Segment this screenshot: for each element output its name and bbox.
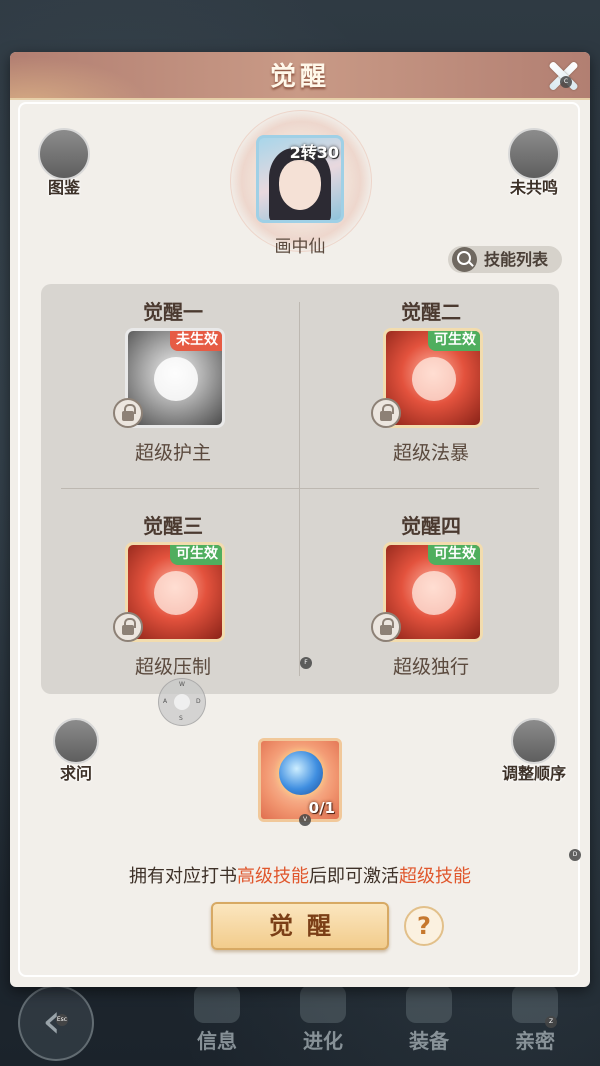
skill-art <box>412 357 456 401</box>
skill-name: 超级护主 <box>134 442 211 464</box>
skill-list-button[interactable]: 技能列表 <box>448 246 562 273</box>
joystick-right-label: D <box>196 698 201 705</box>
awakening-slot-1[interactable]: 觉醒一 未生效 超级护主 <box>63 284 283 484</box>
virtual-joystick[interactable]: W A S D <box>158 678 206 726</box>
help-button[interactable]: ? <box>404 906 444 946</box>
skill-art <box>154 357 198 401</box>
dialog-title: 觉醒 <box>269 62 330 92</box>
awaken-button[interactable]: 觉醒 <box>211 902 389 950</box>
awakening-title: 觉醒四 <box>401 514 461 538</box>
unlock-icon <box>371 612 401 642</box>
awakening-title: 觉醒一 <box>143 300 203 324</box>
hint-text: 拥有对应打书 <box>129 866 237 887</box>
skill-name: 超级压制 <box>134 656 211 678</box>
awakening-slot-3[interactable]: 觉醒三 可生效 超级压制 <box>63 498 283 698</box>
key-hint-close: C <box>560 76 572 88</box>
share-arrow-icon <box>53 718 99 764</box>
nav-item-equipment[interactable]: 装备 <box>374 975 484 1066</box>
info-icon <box>194 985 240 1023</box>
key-hint-intimacy: Z <box>545 1016 557 1028</box>
awakening-slot-4[interactable]: 觉醒四 可生效 超级独行 <box>321 498 541 698</box>
reorder-button[interactable]: 调整顺序 <box>494 718 574 784</box>
key-hint-side: D <box>569 849 581 861</box>
unlock-icon <box>113 398 143 428</box>
nav-item-intimacy[interactable]: 亲密 <box>480 975 590 1066</box>
nav-item-evolve[interactable]: 进化 <box>268 975 378 1066</box>
awakening-title: 觉醒三 <box>143 514 203 538</box>
dialog-header: 觉醒 <box>10 52 590 100</box>
status-badge: 可生效 <box>428 331 480 351</box>
hero-name: 画中仙 <box>274 237 326 257</box>
grid-divider-vertical <box>299 302 300 676</box>
key-hint-item: V <box>299 814 311 826</box>
status-badge: 未生效 <box>170 331 222 351</box>
blue-orb-icon <box>279 751 323 795</box>
equipment-icon <box>406 985 452 1023</box>
joystick-left-label: A <box>163 698 168 705</box>
skill-name: 超级法暴 <box>392 442 469 464</box>
status-badge: 可生效 <box>170 545 222 565</box>
rebirth-level-badge: 2转30 <box>289 143 339 162</box>
nav-item-label: 亲密 <box>515 1029 555 1053</box>
bottom-nav: 信息 进化 装备 亲密 <box>0 975 600 1066</box>
awakening-slot-2[interactable]: 觉醒二 可生效 超级法暴 <box>321 284 541 484</box>
nav-item-label: 信息 <box>197 1029 237 1053</box>
activation-hint: 拥有对应打书高级技能后即可激活超级技能 <box>0 862 600 888</box>
joystick-up-label: W <box>179 681 185 688</box>
book-icon <box>38 128 90 180</box>
awakening-title: 觉醒二 <box>401 300 461 324</box>
unlock-icon <box>371 398 401 428</box>
hint-text: 后即可激活 <box>309 866 399 887</box>
nav-item-label: 装备 <box>409 1029 449 1053</box>
skill-list-label: 技能列表 <box>484 250 549 269</box>
awakening-item-slot[interactable]: 0/1 <box>258 738 342 822</box>
grid-divider-horizontal <box>61 488 539 489</box>
status-badge: 可生效 <box>428 545 480 565</box>
codex-button[interactable]: 图鉴 <box>24 128 104 198</box>
item-count: 0/1 <box>308 799 335 817</box>
hero-avatar[interactable]: 2转30 <box>256 135 344 223</box>
search-icon <box>452 247 477 272</box>
flame-orb-icon <box>508 128 560 180</box>
nav-item-info[interactable]: 信息 <box>162 975 272 1066</box>
refresh-icon <box>511 718 557 764</box>
joystick-down-label: S <box>179 715 183 722</box>
awakening-grid: 觉醒一 未生效 超级护主 觉醒二 可生效 超级法暴 觉醒三 可生效 超级压制 觉… <box>41 284 559 694</box>
nav-item-label: 进化 <box>303 1029 343 1053</box>
key-hint-grid: F <box>300 657 312 669</box>
skill-art <box>412 571 456 615</box>
hero-portrait-face <box>279 160 321 210</box>
unlock-icon <box>113 612 143 642</box>
skill-name: 超级独行 <box>392 656 469 678</box>
ask-button[interactable]: 求问 <box>36 718 116 784</box>
hint-highlight: 超级技能 <box>399 866 471 887</box>
evolve-icon <box>300 985 346 1023</box>
hint-highlight: 高级技能 <box>237 866 309 887</box>
resonance-button[interactable]: 未共鸣 <box>494 128 574 198</box>
skill-art <box>154 571 198 615</box>
